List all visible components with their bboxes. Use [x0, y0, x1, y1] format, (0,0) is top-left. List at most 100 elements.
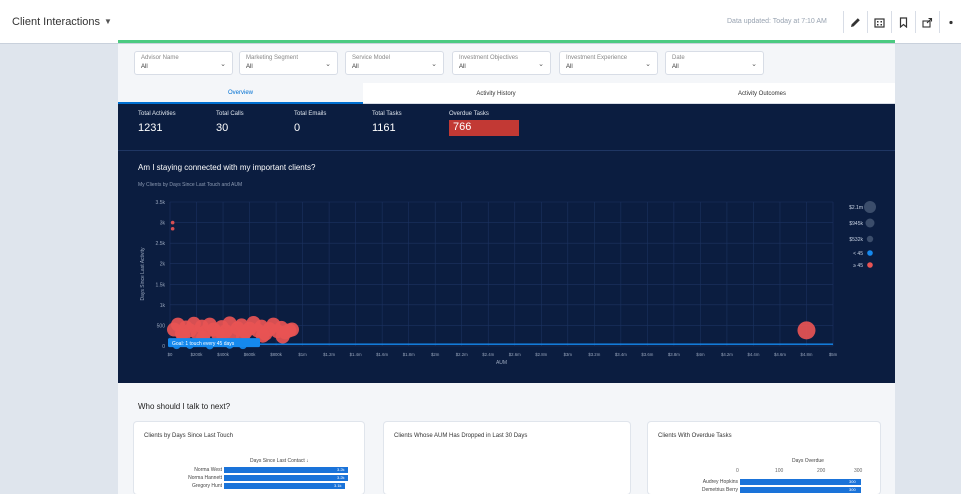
x-tick-label: $600k [244, 352, 257, 357]
section-title: Who should I talk to next? [138, 402, 231, 411]
card-aum-dropped: Clients Whose AUM Has Dropped in Last 30… [384, 422, 630, 494]
x-tick-label: $0 [168, 352, 173, 357]
y-tick-label: 3k [160, 221, 166, 227]
dashboard-title[interactable]: Client Interactions [12, 16, 100, 28]
chevron-down-icon: ⌄ [325, 61, 331, 68]
table-row[interactable]: Norma Hannett 3.2k [134, 475, 364, 482]
filter-value: All [141, 64, 148, 70]
more-icon[interactable] [939, 11, 961, 33]
x-tick-label: $4.8m [801, 352, 813, 357]
filter-value: All [459, 64, 466, 70]
x-tick-label: $5m [829, 352, 838, 357]
chevron-down-icon: ⌄ [751, 61, 757, 68]
filter-bar: Advisor Name All ⌄ Marketing Segment All… [118, 44, 895, 83]
x-tick-label: $4m [696, 352, 705, 357]
y-tick-label: 500 [157, 323, 166, 329]
tab-bar: Overview Activity History Activity Outco… [118, 83, 895, 104]
x-tick-label: $2.6m [509, 352, 521, 357]
scatter-chart: 0 500 1k 1.5k 2k 2.5k 3k 3.5k $0 $200k $400k $600k $… [140, 200, 876, 366]
filter-label: Advisor Name [141, 55, 179, 61]
filter-label: Service Model [352, 55, 391, 61]
bookmark-icon[interactable] [891, 11, 915, 33]
share-icon[interactable] [915, 11, 939, 33]
x-tick-label: $3m [564, 352, 573, 357]
data-point [797, 321, 816, 340]
card-title: Clients With Overdue Tasks [658, 433, 732, 439]
legend-marker [867, 250, 873, 256]
x-tick-label: $2.2m [456, 352, 468, 357]
row-value: 300 [849, 487, 856, 492]
card-title: Clients by Days Since Last Touch [144, 433, 233, 439]
x-tick-label: $3.6m [641, 352, 653, 357]
axis-tick: 300 [854, 468, 863, 474]
x-tick-label: $4.4m [747, 352, 759, 357]
card-days-since-touch: Clients by Days Since Last Touch Days Si… [134, 422, 364, 494]
card-overdue-tasks: Clients With Overdue Tasks Days Overdue … [648, 422, 880, 494]
x-tick-label: $1.6m [376, 352, 388, 357]
filter-value: All [246, 64, 253, 70]
dashboard-panel: Total Activities 1231 Total Calls 30 Tot… [118, 104, 895, 383]
row-bar [224, 483, 345, 489]
data-point [170, 226, 175, 231]
x-tick-label: $800k [270, 352, 283, 357]
x-tick-label: $1.4m [350, 352, 362, 357]
table-row[interactable]: Gregory Hunt 3.1k [134, 483, 364, 490]
x-tick-label: $200k [191, 352, 204, 357]
y-tick-label: 0 [162, 344, 165, 350]
x-tick-label: $2.4m [482, 352, 494, 357]
x-tick-label: $4.6m [774, 352, 786, 357]
row-value: 300 [849, 479, 856, 484]
filter-label: Date [672, 55, 685, 61]
y-tick-label: 1.5k [156, 282, 166, 288]
x-tick-label: $1.8m [403, 352, 415, 357]
chevron-down-icon: ⌄ [431, 61, 437, 68]
axis-tick: 200 [817, 468, 826, 474]
goal-label: Goal: 1 touch every 45 days [172, 341, 235, 347]
tab-overview[interactable]: Overview [118, 83, 363, 104]
x-axis-label: AUM [496, 360, 507, 366]
filter-label: Marketing Segment [246, 55, 299, 61]
data-updated-text: Data updated: Today at 7:10 AM [727, 18, 827, 25]
x-tick-label: $1.2m [323, 352, 335, 357]
filter-investment-objectives[interactable]: Investment Objectives All ⌄ [452, 51, 551, 75]
row-name: Norma Hannett [188, 475, 222, 481]
tab-activity-history[interactable]: Activity History [363, 83, 629, 104]
table-row[interactable]: Audrey Hopkins 300 [648, 479, 878, 486]
filter-investment-experience[interactable]: Investment Experience All ⌄ [559, 51, 658, 75]
filter-advisor-name[interactable]: Advisor Name All ⌄ [134, 51, 233, 75]
legend-marker [866, 235, 874, 243]
y-tick-label: 1k [160, 303, 166, 309]
lower-section: Who should I talk to next? Clients by Da… [118, 383, 895, 494]
row-bar [740, 479, 861, 485]
x-tick-label: $2.8m [535, 352, 547, 357]
column-header: Days Since Last Contact ↓ [250, 458, 309, 464]
tab-activity-outcomes[interactable]: Activity Outcomes [629, 83, 895, 104]
axis-tick: 0 [736, 468, 739, 474]
legend-label: $945k [849, 221, 863, 227]
row-bar [224, 475, 348, 481]
chevron-down-icon: ⌄ [220, 61, 226, 68]
pencil-icon[interactable] [843, 11, 867, 33]
axis-tick: 100 [775, 468, 784, 474]
filter-value: All [352, 64, 359, 70]
data-point [170, 220, 175, 225]
top-bar: Client Interactions ▼ Data updated: Toda… [0, 0, 961, 44]
filter-marketing-segment[interactable]: Marketing Segment All ⌄ [239, 51, 338, 75]
building-icon[interactable] [867, 11, 891, 33]
table-row[interactable]: Demetrius Berry 300 [648, 487, 878, 494]
chevron-down-icon[interactable]: ▼ [104, 17, 112, 26]
table-row[interactable]: Norma West 3.2k [134, 467, 364, 474]
x-tick-label: $400k [217, 352, 230, 357]
filter-service-model[interactable]: Service Model All ⌄ [345, 51, 444, 75]
y-tick-label: 2.5k [156, 241, 166, 247]
filter-date[interactable]: Date All ⌄ [665, 51, 764, 75]
x-tick-label: $1m [298, 352, 307, 357]
legend-marker [867, 262, 873, 268]
row-name: Gregory Hunt [191, 483, 222, 489]
legend-label: ≥ 45 [853, 263, 863, 269]
row-bar [224, 467, 348, 473]
x-tick-label: $2m [431, 352, 440, 357]
row-value: 3.2k [337, 475, 345, 480]
filter-label: Investment Objectives [459, 55, 519, 61]
x-tick-label: $4.2m [721, 352, 733, 357]
